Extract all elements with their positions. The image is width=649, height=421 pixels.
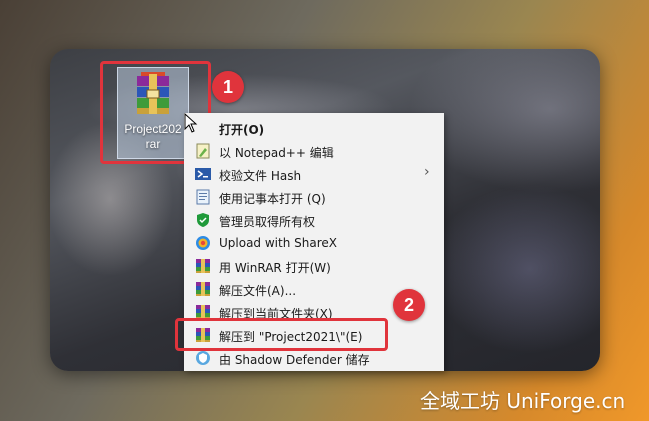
- notepadpp-icon: [196, 143, 210, 159]
- callout-badge-2: 2: [393, 289, 425, 321]
- menu-item-label: 使用记事本打开 (Q): [219, 192, 326, 206]
- mouse-cursor-icon: [184, 113, 198, 133]
- menu-item-open[interactable]: 打开(O): [184, 117, 444, 140]
- winrar-icon: [196, 282, 210, 296]
- menu-item-take-ownership[interactable]: 管理员取得所有权: [184, 209, 444, 232]
- menu-item-hash[interactable]: 校验文件 Hash ›: [184, 163, 444, 186]
- winrar-icon: [196, 259, 210, 273]
- watermark-text: 全域工坊 UniForge.cn: [420, 389, 626, 413]
- menu-item-notepadpp[interactable]: 以 Notepad++ 编辑: [184, 140, 444, 163]
- sharex-icon: [196, 236, 210, 250]
- menu-item-label: Upload with ShareX: [219, 236, 337, 250]
- powershell-icon: [195, 168, 211, 180]
- menu-item-label: 管理员取得所有权: [219, 215, 316, 229]
- menu-item-label: 用 WinRAR 打开(W): [219, 261, 331, 275]
- menu-item-sharex[interactable]: Upload with ShareX: [184, 232, 444, 255]
- shield-icon: [197, 213, 209, 227]
- shadow-defender-icon: [196, 351, 210, 365]
- menu-item-label: 打开(O): [219, 123, 265, 137]
- menu-item-label: 解压文件(A)...: [219, 284, 297, 298]
- menu-item-open-with-winrar[interactable]: 用 WinRAR 打开(W): [184, 255, 444, 278]
- notepad-icon: [196, 189, 210, 205]
- callout-frame-extract-to: [175, 318, 388, 351]
- menu-item-label: 由 Shadow Defender 储存: [219, 353, 370, 367]
- menu-item-label: 校验文件 Hash: [219, 169, 302, 183]
- menu-item-notepad[interactable]: 使用记事本打开 (Q): [184, 186, 444, 209]
- callout-badge-1: 1: [212, 71, 244, 103]
- menu-item-label: 以 Notepad++ 编辑: [219, 146, 334, 160]
- submenu-arrow-icon: ›: [424, 164, 430, 180]
